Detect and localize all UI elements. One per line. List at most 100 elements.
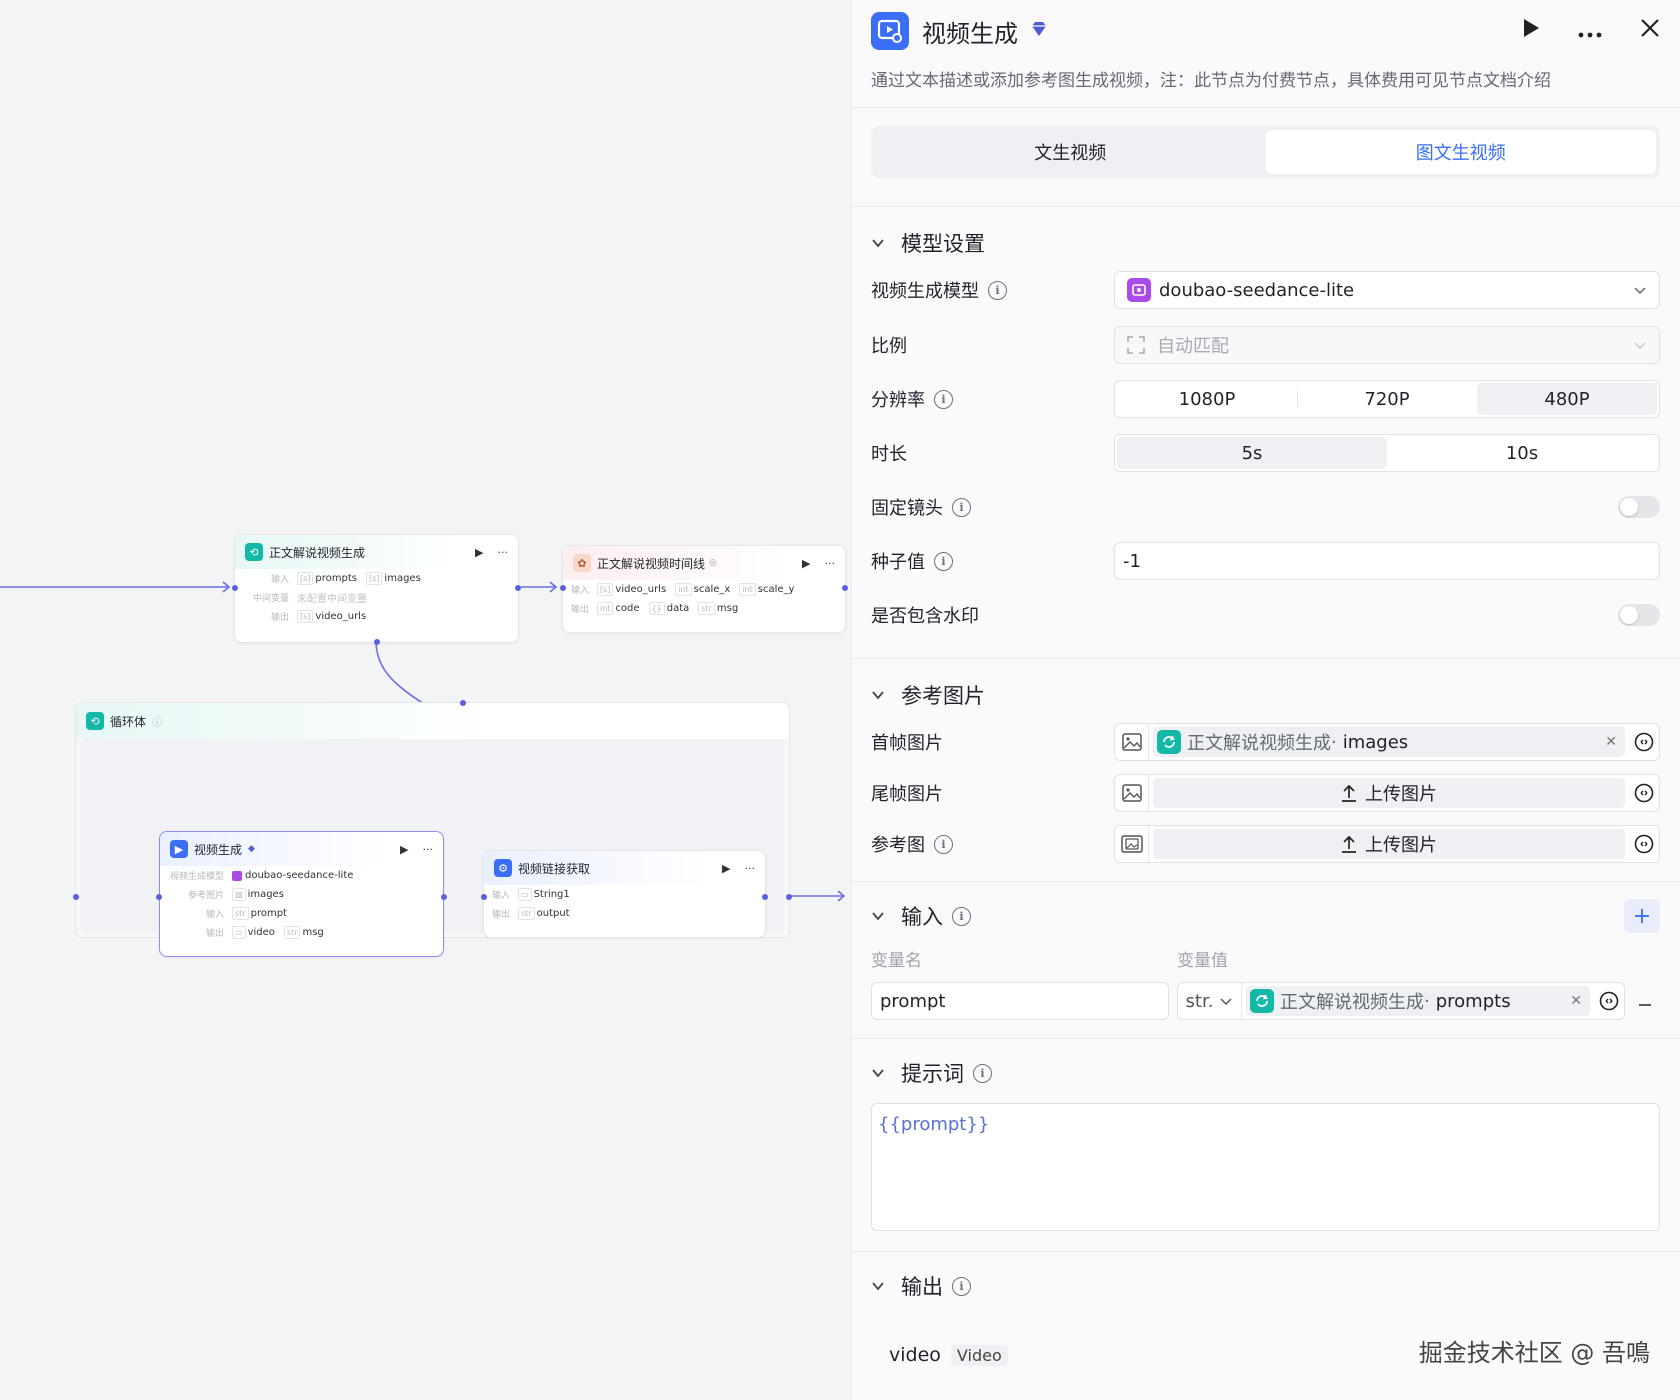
node-video-generation-main[interactable]: ⟲ 正文解说视频生成 ▶ ··· 输入 [s] prompts [s] images … <box>232 534 521 645</box>
node-input-row: 输入 str prompt <box>205 907 287 920</box>
reference-chip[interactable]: 正文解说视频生成 · images ✕ <box>1153 727 1625 757</box>
model-icon <box>1127 278 1151 302</box>
section-header[interactable]: 参考图片 <box>871 675 1660 715</box>
ref-node-name: 正文解说视频生成 <box>1187 733 1331 754</box>
output-port[interactable] <box>441 894 447 900</box>
chevron-down-icon <box>1220 998 1232 1006</box>
upload-button[interactable]: 上传图片 <box>1153 778 1625 808</box>
model-select[interactable]: doubao-seedance-lite <box>1114 271 1660 309</box>
output-port[interactable] <box>762 894 768 900</box>
node-input-row: 输入 [s] video_urls int scale_x int scale_y <box>571 583 795 596</box>
type-select[interactable]: str. <box>1178 983 1242 1019</box>
ratio-label: 比例 <box>871 336 907 357</box>
info-icon[interactable]: ⓘ <box>152 714 162 729</box>
close-icon[interactable]: ✕ <box>1605 734 1617 750</box>
output-port[interactable] <box>842 585 848 591</box>
run-icon[interactable]: ▶ <box>802 557 810 570</box>
section-header[interactable]: 模型设置 <box>871 223 1660 263</box>
duration-option-selected[interactable]: 5s <box>1117 437 1387 469</box>
node-mid-row: 中间变量 未配置中间变量 <box>252 594 367 605</box>
model-icon <box>232 870 242 881</box>
tab-text-to-video[interactable]: 文生视频 <box>875 130 1266 174</box>
info-icon[interactable]: i <box>952 906 971 926</box>
seed-input[interactable]: -1 <box>1114 542 1660 580</box>
var-name-input[interactable]: prompt <box>871 982 1169 1020</box>
input-port[interactable] <box>232 585 238 591</box>
more-icon[interactable]: ··· <box>423 843 434 856</box>
variable-icon[interactable] <box>1629 826 1659 862</box>
run-icon[interactable]: ▶ <box>722 862 730 875</box>
info-icon[interactable]: i <box>934 389 953 409</box>
add-variable-button[interactable]: + <box>1624 899 1660 933</box>
loop-output-port[interactable] <box>786 894 792 900</box>
info-icon[interactable]: i <box>988 280 1007 300</box>
var-tag: str prompt <box>232 907 287 920</box>
duration-label: 时长 <box>871 444 907 465</box>
info-icon[interactable]: i <box>934 551 953 571</box>
resolution-option-selected[interactable]: 480P <box>1477 383 1657 415</box>
node-video-link-get[interactable]: ⚙ 视频链接获取 ▶ ··· 输入 ▭ String1 输出 str output <box>481 850 768 938</box>
info-icon[interactable]: i <box>952 497 971 517</box>
node-config-panel: 视频生成 通过文本描述或添加参考图生成视频，注：此节点为付费节点，具体费用可见节… <box>851 0 1680 1400</box>
node-video-generation[interactable]: ▶ 视频生成 ◆ ▶ ··· 视频生成模型 doubao-seedance-lit… <box>156 831 447 957</box>
more-icon[interactable]: ··· <box>825 557 836 570</box>
var-tag: int scale_y <box>739 583 794 596</box>
loop-top-port[interactable] <box>460 700 466 706</box>
gem-icon <box>1030 21 1048 41</box>
node-video-timeline[interactable]: ✿ 正文解说视频时间线 ◎ ▶ ··· 输入 [s] video_urls int s… <box>560 545 848 633</box>
info-icon[interactable]: i <box>973 1063 992 1083</box>
loop-header: ⟲ 循环体 ⓘ <box>76 703 789 739</box>
output-port[interactable] <box>515 585 521 591</box>
prompt-textarea[interactable]: {{prompt}} <box>871 1103 1660 1231</box>
info-icon[interactable]: i <box>934 834 953 854</box>
image-icon[interactable] <box>1115 775 1149 811</box>
close-icon[interactable] <box>1640 18 1660 44</box>
section-header[interactable]: 提示词 i <box>871 1053 1660 1093</box>
more-icon[interactable] <box>1578 19 1602 44</box>
output-type-badge: Video <box>950 1344 1008 1366</box>
duration-option[interactable]: 10s <box>1387 437 1657 469</box>
var-tag: str msg <box>698 602 738 615</box>
variable-icon[interactable] <box>1629 775 1659 811</box>
watermark-label: 是否包含水印 <box>871 606 979 627</box>
run-icon[interactable]: ▶ <box>475 546 483 559</box>
info-icon[interactable]: i <box>952 1276 971 1296</box>
upload-button[interactable]: 上传图片 <box>1153 829 1625 859</box>
section-header[interactable]: 输出 i <box>871 1266 1660 1306</box>
variable-icon[interactable] <box>1594 983 1624 1019</box>
mode-tabs: 文生视频 图文生视频 <box>871 126 1660 178</box>
gallery-icon[interactable] <box>1115 826 1149 862</box>
code-icon: ⚙ <box>494 859 512 877</box>
section-header[interactable]: 输入 i + <box>871 896 1660 936</box>
input-port[interactable] <box>560 585 566 591</box>
run-icon[interactable]: ▶ <box>400 843 408 856</box>
workflow-canvas[interactable]: ⟲ 正文解说视频生成 ▶ ··· 输入 [s] prompts [s] images … <box>0 0 851 1400</box>
ratio-select[interactable]: 自动匹配 <box>1114 326 1660 364</box>
var-tag: str msg <box>283 926 324 939</box>
remove-variable-icon[interactable] <box>1638 992 1652 1011</box>
chevron-down-icon <box>1634 342 1646 350</box>
watermark-toggle[interactable] <box>1618 604 1660 626</box>
loop-input-port[interactable] <box>73 894 79 900</box>
variable-icon[interactable] <box>1629 724 1659 760</box>
resolution-option[interactable]: 1080P <box>1117 383 1297 415</box>
fixed-camera-toggle[interactable] <box>1618 496 1660 518</box>
connection-wires <box>0 581 846 902</box>
more-icon[interactable]: ··· <box>745 862 756 875</box>
run-icon[interactable] <box>1522 18 1540 44</box>
var-tag: int code <box>597 602 640 615</box>
input-port[interactable] <box>481 894 487 900</box>
bottom-port[interactable] <box>374 639 380 645</box>
more-icon[interactable]: ··· <box>498 546 509 559</box>
close-icon[interactable]: ✕ <box>1570 993 1582 1009</box>
input-port[interactable] <box>156 894 162 900</box>
video-generation-icon <box>871 12 909 50</box>
var-tag: [s] images <box>366 572 421 585</box>
ref-image-control: 上传图片 <box>1114 825 1660 863</box>
image-icon[interactable] <box>1115 724 1149 760</box>
resolution-option[interactable]: 720P <box>1297 383 1477 415</box>
tab-image-text-to-video[interactable]: 图文生视频 <box>1265 130 1656 174</box>
output-name: video <box>889 1344 941 1366</box>
upload-icon <box>1342 835 1356 853</box>
reference-chip[interactable]: 正文解说视频生成 · prompts ✕ <box>1246 986 1590 1016</box>
